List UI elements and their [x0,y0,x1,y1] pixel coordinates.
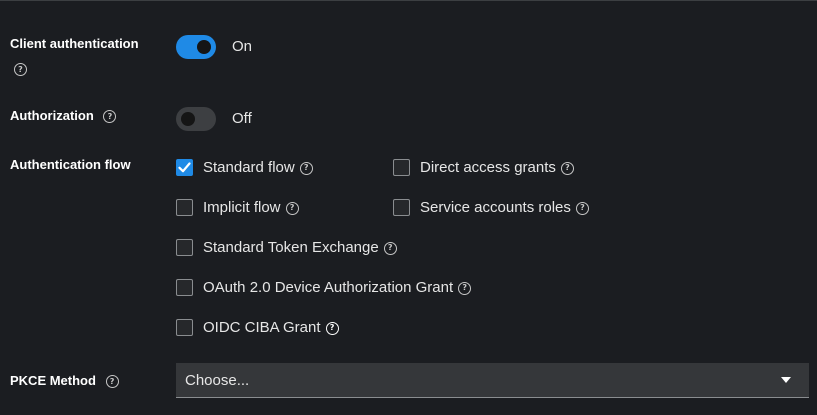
authorization-label: Authorization ? [10,108,117,124]
client-authentication-label: Client authentication [10,36,139,52]
authorization-state: Off [232,110,252,127]
standard-flow-option: Standard flow ? [176,157,313,177]
pkce-method-label-text: PKCE Method [10,373,96,388]
service-accounts-roles-label: Service accounts roles [420,198,571,216]
pkce-method-select[interactable]: Choose... [176,363,809,398]
standard-flow-checkbox[interactable] [176,158,193,176]
implicit-flow-help-icon[interactable]: ? [285,201,299,215]
caret-down-icon [781,377,791,383]
standard-flow-help-icon[interactable]: ? [299,161,313,175]
checkmark-icon [178,161,191,172]
pkce-method-help-icon[interactable]: ? [105,375,119,389]
implicit-flow-label: Implicit flow [203,198,281,216]
oidc-ciba-grant-option: OIDC CIBA Grant ? [176,317,339,337]
device-authorization-grant-option: OAuth 2.0 Device Authorization Grant ? [176,277,472,297]
pkce-method-select-value: Choose... [185,372,250,389]
oidc-ciba-grant-checkbox[interactable] [176,318,193,336]
direct-access-grants-label: Direct access grants [420,158,556,176]
client-authentication-toggle[interactable] [176,35,216,59]
client-authentication-label-text: Client authentication [10,36,139,51]
direct-access-grants-checkbox[interactable] [393,158,410,176]
authentication-flow-label: Authentication flow [10,157,131,173]
toggle-knob [181,112,195,126]
standard-token-exchange-help-icon[interactable]: ? [383,241,397,255]
standard-flow-label: Standard flow [203,158,295,176]
service-accounts-roles-help-icon[interactable]: ? [575,201,589,215]
toggle-knob [197,40,211,54]
standard-token-exchange-checkbox[interactable] [176,238,193,256]
authorization-label-text: Authorization [10,108,94,123]
client-authentication-state: On [232,38,253,55]
oidc-ciba-grant-label: OIDC CIBA Grant [203,318,321,336]
device-authorization-grant-checkbox[interactable] [176,278,193,296]
implicit-flow-checkbox[interactable] [176,198,193,216]
pkce-method-label: PKCE Method ? [10,373,119,389]
oidc-ciba-grant-help-icon[interactable]: ? [325,321,339,335]
client-settings-panel: Client authentication ? On Authorization… [0,0,817,415]
device-authorization-grant-label: OAuth 2.0 Device Authorization Grant [203,278,454,296]
service-accounts-roles-option: Service accounts roles ? [393,197,589,217]
authorization-help-icon[interactable]: ? [103,110,117,124]
standard-token-exchange-label: Standard Token Exchange [203,238,379,256]
implicit-flow-option: Implicit flow ? [176,197,299,217]
service-accounts-roles-checkbox[interactable] [393,198,410,216]
authorization-toggle[interactable] [176,107,216,131]
standard-token-exchange-option: Standard Token Exchange ? [176,237,397,257]
direct-access-grants-help-icon[interactable]: ? [560,161,574,175]
client-authentication-help-icon[interactable]: ? [14,63,27,76]
authentication-flow-label-text: Authentication flow [10,157,131,172]
device-authorization-grant-help-icon[interactable]: ? [458,281,472,295]
direct-access-grants-option: Direct access grants ? [393,157,574,177]
